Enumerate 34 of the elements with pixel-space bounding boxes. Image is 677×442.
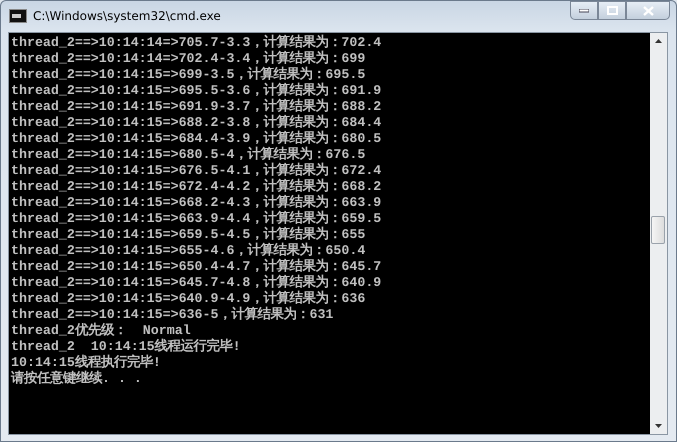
console-line: thread_2==>10:14:15=>645.7-4.8，计算结果为：640.9 (11, 275, 382, 290)
console-line: thread_2==>10:14:15=>636-5，计算结果为：631 (11, 307, 334, 322)
scroll-down-icon[interactable] (655, 424, 662, 428)
console-line: thread_2==>10:14:15=>688.2-3.8，计算结果为：684.4 (11, 115, 382, 130)
console-icon (9, 9, 27, 23)
console-line: thread_2==>10:14:15=>676.5-4.1，计算结果为：672.4 (11, 163, 382, 178)
window-title: C:\Windows\system32\cmd.exe (33, 9, 222, 23)
console-line: thread_2==>10:14:15=>691.9-3.7，计算结果为：688.2 (11, 99, 382, 114)
console-line: 10:14:15线程执行完毕! (11, 355, 161, 370)
console-line: 请按任意键继续. . . (11, 371, 142, 387)
maximize-button[interactable] (598, 1, 626, 20)
console-line: thread_2 10:14:15线程运行完毕! (11, 339, 241, 354)
console-line: thread_2==>10:14:14=>705.7-3.3，计算结果为：702.4 (11, 35, 382, 50)
console-line: thread_2==>10:14:15=>655-4.6，计算结果为：650.4 (11, 243, 366, 258)
console-line: thread_2==>10:14:15=>659.5-4.5，计算结果为：655 (11, 227, 366, 242)
console-line: thread_2==>10:14:15=>663.9-4.4，计算结果为：659.5 (11, 211, 382, 226)
minimize-button[interactable] (570, 1, 598, 20)
close-icon (642, 6, 654, 16)
console-line: thread_2==>10:14:15=>650.4-4.7，计算结果为：645.7 (11, 259, 382, 274)
minimize-icon (579, 8, 589, 12)
console-line: thread_2==>10:14:15=>640.9-4.9，计算结果为：636 (11, 291, 366, 306)
console-line: thread_2==>10:14:14=>702.4-3.4，计算结果为：699 (11, 51, 366, 66)
console-line: thread_2==>10:14:15=>684.4-3.9，计算结果为：680.5 (11, 131, 382, 146)
console-line: thread_2==>10:14:15=>672.4-4.2，计算结果为：668.2 (11, 179, 382, 194)
scrollbar[interactable] (650, 33, 667, 434)
console-line: thread_2==>10:14:15=>668.2-4.3，计算结果为：663.9 (11, 195, 382, 210)
console-line: thread_2==>10:14:15=>680.5-4，计算结果为：676.5 (11, 147, 366, 162)
console-line: thread_2优先级： Normal (11, 323, 191, 338)
console-line: thread_2==>10:14:15=>699-3.5，计算结果为：695.5 (11, 67, 366, 82)
close-button[interactable] (626, 1, 670, 20)
scroll-thumb[interactable] (651, 216, 665, 244)
console-line: thread_2==>10:14:15=>695.5-3.6，计算结果为：691.9 (11, 83, 382, 98)
scroll-up-icon[interactable] (655, 39, 662, 43)
maximize-icon (606, 6, 618, 15)
